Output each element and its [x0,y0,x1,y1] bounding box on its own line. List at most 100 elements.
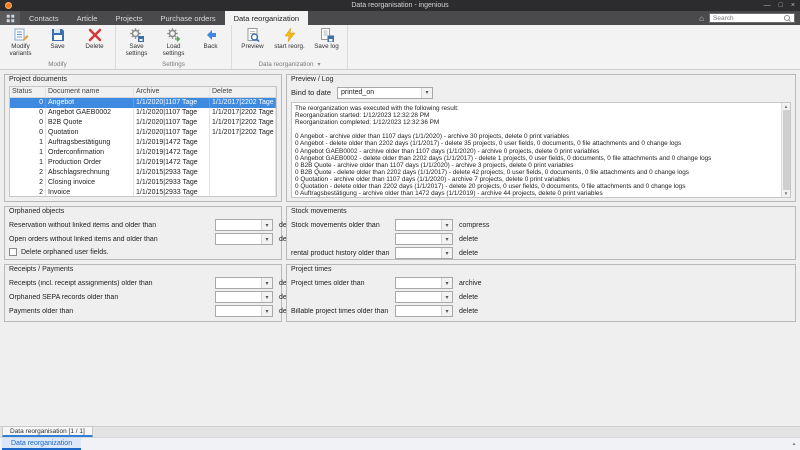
modify-variants-button[interactable]: Modify variants [3,26,38,59]
log-line: Reorganization completed: 1/12/2023 12:3… [295,119,778,126]
chevron-down-icon[interactable]: ▾ [261,278,272,288]
date-combo[interactable]: ▾ [395,247,453,259]
table-row[interactable]: 1Production Order1/1/2019|1472 Tage [10,158,276,168]
document-tab-bar: Data reorganization ▴ [0,437,800,450]
scroll-down-icon[interactable]: ▼ [784,191,788,196]
search-input[interactable] [713,15,783,22]
table-row[interactable]: 1Auftragsbestätigung1/1/2019|1472 Tage [10,138,276,148]
column-header-document-name[interactable]: Document name [46,87,134,97]
table-cell-name: Angebot GAEB0002 [46,108,134,118]
table-cell-status: 2 [10,168,46,178]
chevron-down-icon[interactable]: ▾ [441,306,452,316]
column-header-status[interactable]: Status [10,87,46,97]
table-cell-name: Invoice [46,188,134,197]
table-cell-archive: 1/1/2020|1107 Tage [134,98,210,108]
app-menu-button[interactable] [0,11,20,25]
date-combo[interactable]: ▾ [395,219,453,231]
table-row[interactable]: 0Quotation1/1/2020|1107 Tage1/1/2017|220… [10,128,276,138]
delete-orphaned-user-fields-checkbox[interactable] [9,248,17,256]
chevron-down-icon[interactable]: ▾ [441,278,452,288]
table-cell-status: 1 [10,148,46,158]
tab-projects[interactable]: Projects [106,11,151,25]
ribbon-group-data-reorganization: Preview start reorg. Save log Data reorg… [232,25,348,69]
close-icon[interactable]: × [791,0,795,11]
tab-article[interactable]: Article [68,11,107,25]
chevron-down-icon[interactable]: ▾ [441,248,452,258]
table-cell-archive: 1/1/2015|2933 Tage [134,168,210,178]
date-combo[interactable]: ▾ [215,277,273,289]
chevron-down-icon[interactable]: ▾ [261,292,272,302]
tab-data-reorganization[interactable]: Data reorganization [225,11,308,25]
chevron-down-icon[interactable]: ▾ [421,88,432,98]
scrollbar-thumb[interactable] [783,110,790,190]
table-row[interactable]: 2Invoice1/1/2015|2933 Tage [10,188,276,197]
field-row: Orphaned SEPA records older than ▾ delet… [9,290,277,304]
table-cell-delete [210,188,276,197]
date-combo[interactable]: ▾ [215,291,273,303]
table-cell-archive: 1/1/2019|1472 Tage [134,148,210,158]
minimize-icon[interactable]: — [764,0,771,11]
log-line: 0 Angebot - archive older than 1107 days… [295,133,778,140]
field-label: rental product history older than [291,250,395,257]
column-header-delete[interactable]: Delete [210,87,276,97]
date-combo[interactable]: ▾ [215,233,273,245]
bind-to-date-combo[interactable]: printed_on ▾ [337,87,433,99]
chevron-down-icon[interactable]: ▾ [261,220,272,230]
window-tab[interactable]: Data reorganisation [1 / 1] [2,426,93,437]
save-log-button[interactable]: Save log [309,26,344,52]
table-row[interactable]: 0B2B Quote1/1/2020|1107 Tage1/1/2017|220… [10,118,276,128]
save-button[interactable]: Save [40,26,75,52]
chevron-down-icon[interactable]: ▾ [261,234,272,244]
receipts-payments-section: Receipts / Payments Receipts (incl. rece… [4,264,282,322]
search-icon[interactable] [784,15,791,22]
log-scrollbar[interactable]: ▲ ▼ [781,103,790,197]
field-row: Billable project times older than ▾ dele… [291,304,791,318]
tab-bar-spacer [81,438,788,450]
chevron-down-icon[interactable]: ▾ [441,234,452,244]
search-box[interactable] [709,13,795,23]
chevron-down-icon[interactable]: ▾ [261,306,272,316]
checkbox-label: Delete orphaned user fields. [21,249,109,256]
table-row[interactable]: 1Orderconfirmation1/1/2019|1472 Tage [10,148,276,158]
log-line: 0 Angebot GAEB0002 - delete older than 2… [295,155,778,162]
tab-purchase-orders[interactable]: Purchase orders [152,11,225,25]
chevron-down-icon[interactable]: ▾ [441,220,452,230]
section-title: Project times [291,266,331,273]
log-text[interactable]: The reorganization was executed with the… [292,103,781,197]
date-combo[interactable]: ▾ [395,233,453,245]
orphaned-objects-section: Orphaned objects Reservation without lin… [4,206,282,260]
column-header-archive[interactable]: Archive [134,87,210,97]
tab-contacts[interactable]: Contacts [20,11,68,25]
chevron-down-icon[interactable]: ▾ [441,292,452,302]
date-combo[interactable]: ▾ [215,305,273,317]
table-cell-status: 0 [10,118,46,128]
log-line: 0 Angebot - delete older than 2202 days … [295,140,778,147]
section-title: Preview / Log [291,76,333,83]
table-cell-status: 1 [10,158,46,168]
back-button[interactable]: Back [193,26,228,52]
date-combo[interactable]: ▾ [215,219,273,231]
table-row[interactable]: 0Angebot GAEB00021/1/2020|1107 Tage1/1/2… [10,108,276,118]
collapse-icon[interactable]: ▴ [788,438,800,450]
home-icon[interactable]: ⌂ [699,14,704,23]
document-tab-data-reorganization[interactable]: Data reorganization [2,438,81,450]
section-title: Stock movements [291,208,347,215]
save-settings-button[interactable]: Save settings [119,26,154,59]
field-row: Reservation without linked items and old… [9,218,277,232]
maximize-icon[interactable]: □ [779,0,783,11]
date-combo[interactable]: ▾ [395,305,453,317]
scroll-up-icon[interactable]: ▲ [784,104,788,109]
field-row: rental product history older than ▾ dele… [291,246,791,260]
load-settings-button[interactable]: Load settings [156,26,191,59]
table-row[interactable]: 0Angebot1/1/2020|1107 Tage1/1/2017|2202 … [10,98,276,108]
table-row[interactable]: 2Closing invoice1/1/2015|2933 Tage [10,178,276,188]
date-combo[interactable]: ▾ [395,291,453,303]
table-row[interactable]: 2Abschlagsrechnung1/1/2015|2933 Tage [10,168,276,178]
date-combo[interactable]: ▾ [395,277,453,289]
delete-button[interactable]: Delete [77,26,112,52]
field-row: Project times older than ▾ archive [291,276,791,290]
ribbon-group-modify: Modify variants Save Delete Modify [0,25,116,69]
start-reorg-button[interactable]: start reorg. [272,26,307,52]
group-dialog-launcher-icon[interactable]: ▾ [317,61,320,68]
preview-button[interactable]: Preview [235,26,270,52]
